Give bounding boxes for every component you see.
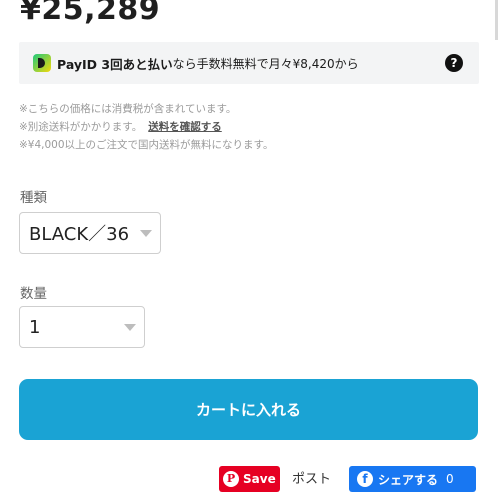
quantity-label: 数量 xyxy=(20,286,47,302)
chevron-down-icon xyxy=(140,230,152,237)
pinterest-label: Save xyxy=(243,472,276,486)
payid-brand: PayID 3回あと払い xyxy=(57,56,173,72)
variant-select[interactable]: BLACK／36 xyxy=(19,212,161,254)
tax-note: ※こちらの価格には消費税が含まれています。 xyxy=(19,103,237,115)
pinterest-save-button[interactable]: P Save xyxy=(219,466,280,492)
facebook-share-button[interactable]: f シェアする 0 xyxy=(349,466,476,492)
free-shipping-note: ※¥4,000以上のご注文で国内送料が無料になります。 xyxy=(19,139,274,151)
post-share-link[interactable]: ポスト xyxy=(292,468,331,487)
shipping-fee-link[interactable]: 送料を確認する xyxy=(148,121,222,133)
shipping-note-text: ※別途送料がかかります。 xyxy=(19,121,143,133)
payid-message: なら手数料無料で月々¥8,420から xyxy=(172,56,359,71)
facebook-icon: f xyxy=(357,471,373,487)
quantity-selected-value: 1 xyxy=(29,316,41,338)
pinterest-icon: P xyxy=(223,471,239,487)
add-to-cart-button[interactable]: カートに入れる xyxy=(19,379,478,440)
facebook-share-count: 0 xyxy=(446,472,454,486)
chevron-down-icon xyxy=(124,324,136,331)
help-icon[interactable]: ? xyxy=(445,54,463,72)
price-notes: ※こちらの価格には消費税が含まれています。 ※別途送料がかかります。 送料を確認す… xyxy=(19,100,274,154)
shipping-note: ※別途送料がかかります。 送料を確認する xyxy=(19,118,274,136)
payid-logo-icon xyxy=(33,54,51,72)
variant-selected-value: BLACK／36 xyxy=(29,224,130,245)
product-price: ¥25,289 xyxy=(20,0,161,27)
payid-installment-banner: PayID 3回あと払い なら手数料無料で月々¥8,420から ? xyxy=(19,42,479,84)
facebook-label: シェアする xyxy=(378,472,439,487)
variant-label: 種類 xyxy=(20,190,47,206)
quantity-select[interactable]: 1 xyxy=(19,306,145,348)
